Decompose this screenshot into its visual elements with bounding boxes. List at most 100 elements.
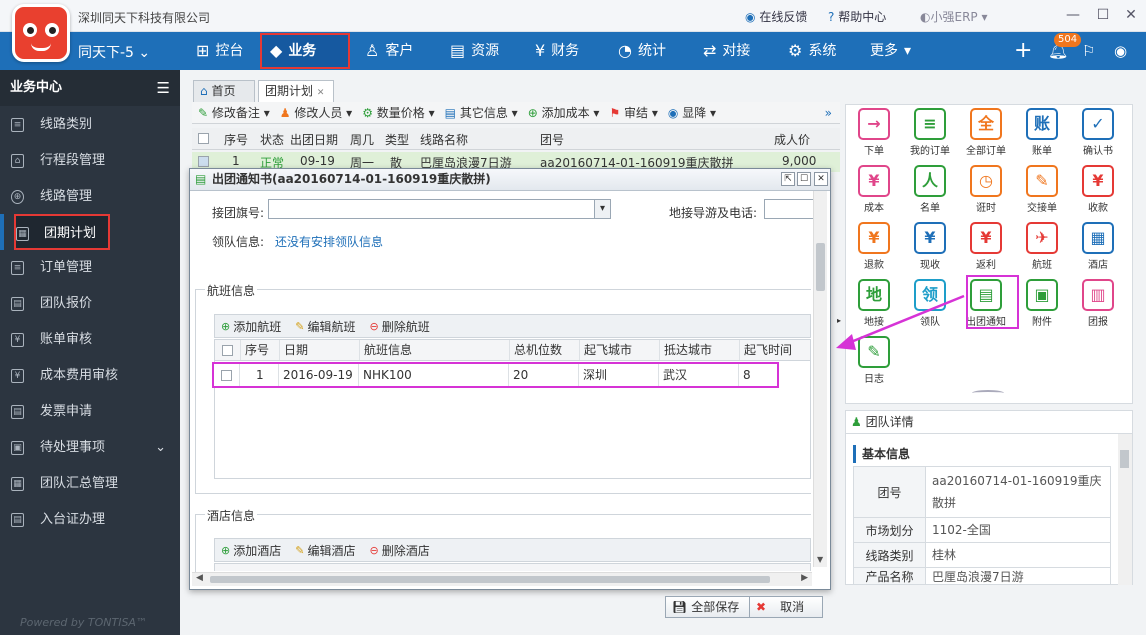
- toolbar-label: 修改人员: [294, 106, 343, 120]
- table-row[interactable]: 1 2016-09-19 NHK100 20 深圳 武汉 8: [212, 362, 779, 388]
- dialog-horizontal-scrollbar[interactable]: ◀ ▶: [192, 572, 812, 586]
- sidebar-item-summary[interactable]: ▦ 团队汇总管理: [0, 466, 180, 502]
- row-checkbox[interactable]: [198, 156, 209, 167]
- nav-integration[interactable]: ⇄ 对接: [695, 32, 758, 70]
- toolbar-qty-price[interactable]: ⚙ 数量价格 ▾: [362, 104, 434, 121]
- nav-more[interactable]: 更多 ▾: [862, 32, 919, 70]
- minimize-button[interactable]: —: [1064, 6, 1082, 24]
- cancel-button[interactable]: ✖ 取消: [749, 596, 823, 618]
- quick-action-9[interactable]: ¥ 收款: [1072, 163, 1124, 221]
- maximize-button[interactable]: ☐: [1094, 6, 1112, 24]
- tab-home[interactable]: ⌂ 首页: [193, 80, 255, 102]
- button-label: 编辑航班: [307, 319, 356, 334]
- toolbar-settle[interactable]: ⚑ 审结 ▾: [609, 104, 657, 121]
- close-icon[interactable]: ✕: [317, 88, 325, 98]
- quick-action-13[interactable]: ✈ 航班: [1016, 220, 1068, 278]
- dialog-maximize-button[interactable]: ☐: [797, 172, 811, 186]
- help-label: 帮助中心: [838, 10, 887, 24]
- detail-scrollbar[interactable]: [1118, 434, 1132, 585]
- toolbar-more-icon[interactable]: »: [825, 106, 832, 120]
- nav-finance[interactable]: ¥ 财务: [527, 32, 587, 70]
- toolbar-add-cost[interactable]: ⊕ 添加成本 ▾: [528, 104, 600, 121]
- sidebar-item-route-manage[interactable]: ⊕ 线路管理: [0, 179, 180, 215]
- quick-action-2[interactable]: 全全部订单: [960, 106, 1012, 164]
- quick-action-label: 航班: [1032, 260, 1052, 271]
- team-detail-header: ♟ 团队详情: [845, 410, 1133, 434]
- select-all-checkbox[interactable]: [198, 133, 209, 144]
- nav-system[interactable]: ⚙ 系统: [780, 32, 844, 70]
- quick-action-18[interactable]: ▣ 附件: [1016, 277, 1068, 335]
- quick-action-12[interactable]: ¥ 返利: [960, 220, 1012, 278]
- quick-action-10[interactable]: ¥ 退款: [848, 220, 900, 278]
- sidebar-item-quote[interactable]: ▤ 团队报价: [0, 286, 180, 322]
- close-button[interactable]: ✕: [1122, 6, 1140, 24]
- collapse-up-icon[interactable]: [972, 390, 1004, 396]
- app-logo: [12, 4, 70, 62]
- tab-group-plan[interactable]: 团期计划 ✕: [258, 80, 334, 102]
- map-icon: ⊕: [11, 190, 24, 204]
- save-all-button[interactable]: 💾︎ 全部保存: [665, 596, 751, 618]
- toolbar-other-info[interactable]: ▤ 其它信息 ▾: [445, 104, 518, 121]
- nav-stats[interactable]: ◔ 统计: [610, 32, 674, 70]
- quick-action-label: 日志: [864, 374, 884, 385]
- quick-action-8[interactable]: ✎ 交接单: [1016, 163, 1068, 221]
- toolbar-show-hide[interactable]: ◉ 显降 ▾: [668, 104, 716, 121]
- cell: 1: [232, 154, 240, 168]
- feedback-link[interactable]: ◉ 在线反馈: [745, 8, 807, 25]
- quick-action-1[interactable]: ≡ 我的订单: [904, 106, 956, 164]
- quick-action-3[interactable]: 账账单: [1016, 106, 1068, 164]
- delete-hotel-button[interactable]: ⊖ 删除酒店: [369, 542, 429, 559]
- nav-business[interactable]: ◆ 业务: [260, 33, 350, 69]
- help-link[interactable]: ? 帮助中心: [828, 8, 886, 25]
- row-checkbox[interactable]: [221, 370, 232, 381]
- nav-resource[interactable]: ▤ 资源: [442, 32, 507, 70]
- add-icon: ⊕: [527, 106, 538, 120]
- nav-dashboard[interactable]: ⊞ 控台: [188, 32, 251, 70]
- nav-customer[interactable]: ♙ 客户: [357, 32, 421, 70]
- quick-action-icon: ✎: [1026, 165, 1058, 197]
- quick-action-11[interactable]: ¥ 现收: [904, 220, 956, 278]
- brand-label: 小强ERP: [930, 10, 978, 24]
- add-flight-button[interactable]: ⊕ 添加航班: [221, 318, 281, 335]
- quick-action-0[interactable]: → 下单: [848, 106, 900, 164]
- dialog-close-button[interactable]: ✕: [814, 172, 828, 186]
- quick-action-4[interactable]: ✓ 确认书: [1072, 106, 1124, 164]
- guide-label: 地接导游及电话:: [669, 206, 758, 220]
- quick-action-7[interactable]: ◷ 诳时: [960, 163, 1012, 221]
- sidebar-item-invoice[interactable]: ▤ 发票申请: [0, 394, 180, 430]
- toolbar-edit-note[interactable]: ✎ 修改备注 ▾: [198, 104, 270, 121]
- edit-hotel-button[interactable]: ✎ 编辑酒店: [295, 542, 355, 559]
- sidebar-item-pending[interactable]: ▣ 待处理事项 ⌄: [0, 430, 180, 466]
- delete-flight-button[interactable]: ⊖ 删除航班: [369, 318, 429, 335]
- nav-label: 对接: [722, 43, 751, 59]
- dialog-vertical-scrollbar[interactable]: ▼: [813, 191, 827, 567]
- toolbar-edit-staff[interactable]: ♟ 修改人员 ▾: [280, 104, 352, 121]
- user-menu[interactable]: 同天下-5 ⌄: [70, 32, 180, 70]
- quick-action-14[interactable]: ▦ 酒店: [1072, 220, 1124, 278]
- sidebar-item-permit[interactable]: ▤ 入台证办理: [0, 502, 180, 538]
- leader-link[interactable]: 还没有安排领队信息: [275, 233, 383, 250]
- edit-flight-button[interactable]: ✎ 编辑航班: [295, 318, 355, 335]
- flag-button[interactable]: ⚐: [1074, 32, 1103, 70]
- nav-label: 控台: [215, 43, 244, 59]
- sidebar-item-cost-review[interactable]: ¥ 成本费用审核: [0, 358, 180, 394]
- quick-action-6[interactable]: 人名单: [904, 163, 956, 221]
- sidebar-item-route-category[interactable]: ≡ 线路类别: [0, 107, 180, 143]
- add-button[interactable]: +: [1006, 32, 1040, 70]
- sidebar-item-itinerary[interactable]: ⌂ 行程段管理: [0, 143, 180, 179]
- select-all-checkbox[interactable]: [222, 345, 233, 356]
- collapse-icon[interactable]: ☰: [157, 70, 170, 106]
- sidebar-item-orders[interactable]: ≡ 订单管理: [0, 250, 180, 286]
- flag-select[interactable]: ▾: [268, 199, 611, 219]
- brand-menu[interactable]: ◐小强ERP ▾: [920, 8, 988, 25]
- quick-action-icon: ¥: [858, 165, 890, 197]
- add-hotel-button[interactable]: ⊕ 添加酒店: [221, 542, 281, 559]
- sidebar-item-bill-review[interactable]: ¥ 账单审核: [0, 322, 180, 358]
- quick-action-icon: ◷: [970, 165, 1002, 197]
- guide-input[interactable]: [764, 199, 814, 219]
- quick-action-19[interactable]: ▥ 团报: [1072, 277, 1124, 335]
- view-button[interactable]: ◉: [1106, 32, 1135, 70]
- sidebar-item-group-plan[interactable]: ▦ 团期计划: [14, 214, 110, 250]
- dialog-collapse-button[interactable]: ⇱: [781, 172, 795, 186]
- quick-action-5[interactable]: ¥ 成本: [848, 163, 900, 221]
